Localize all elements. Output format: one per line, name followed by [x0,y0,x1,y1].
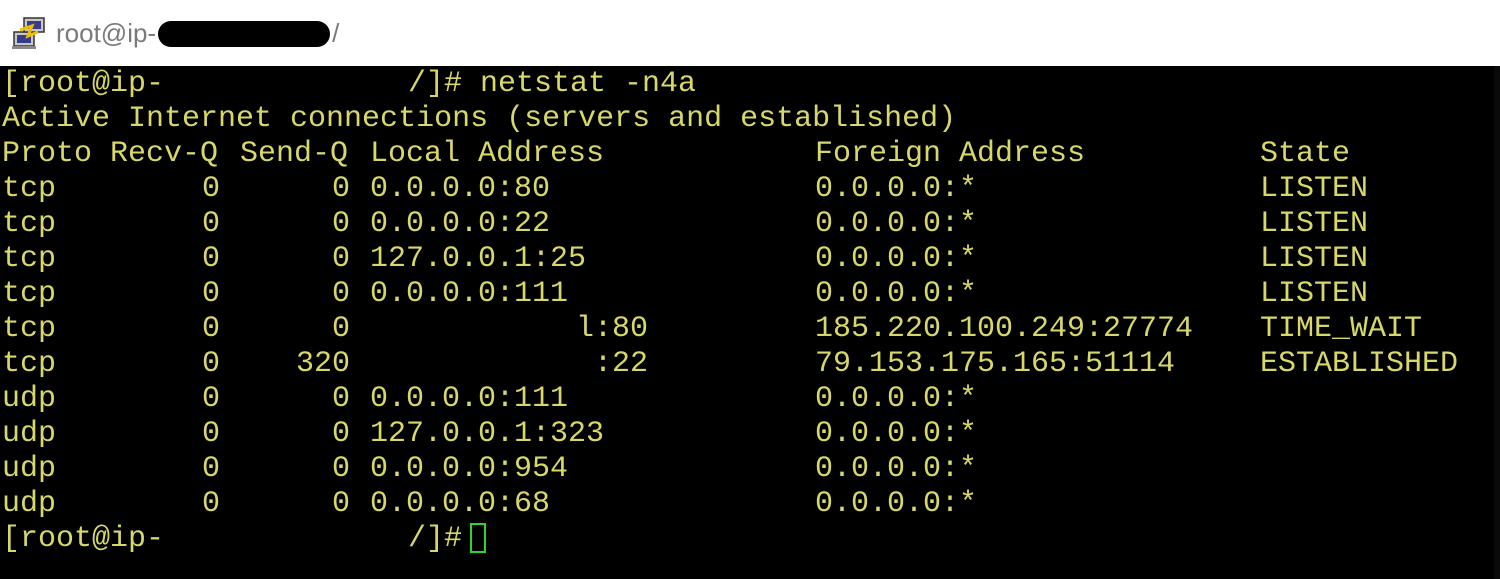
cell-local: 0.0.0.0:80 [370,172,551,206]
cell-proto: tcp [2,242,57,276]
cell-local: 0.0.0.0:68 [370,487,551,521]
window-title: root@ip- / [56,18,339,49]
cell-sendq: 0 [331,207,350,241]
cell-foreign: 0.0.0.0:* [815,417,978,451]
cell-recvq: 0 [201,242,220,276]
prompt-line-current: [root@ip- /]# [0,522,487,557]
terminal-cursor [470,523,487,554]
cell-sendq: 0 [331,277,350,311]
cell-local: 0.0.0.0:111 [370,382,569,416]
cell-local: 0.0.0.0:22 [370,207,551,241]
table-header: Proto Recv-Q Send-Q Local Address Foreig… [0,137,1350,172]
cell-sendq: 0 [331,242,350,276]
header-local: Local Address [370,137,605,171]
putty-terminal-icon[interactable] [10,14,48,52]
cell-foreign: 0.0.0.0:* [815,452,978,486]
cell-proto: udp [2,452,57,486]
banner-text: Active Internet connections (servers and… [2,102,957,136]
cell-state: LISTEN [1260,277,1369,311]
cell-sendq: 0 [331,312,350,346]
cell-sendq: 0 [331,172,350,206]
window-title-prefix: root@ip- [56,18,157,48]
cell-state: TIME_WAIT [1260,312,1423,346]
cell-state: LISTEN [1260,207,1369,241]
cell-recvq: 0 [201,347,220,381]
cell-recvq: 0 [201,452,220,486]
command-text: netstat -n4a [480,67,697,101]
cell-recvq: 0 [201,417,220,451]
cell-proto: udp [2,487,57,521]
cell-local: 0.0.0.0:111 [370,277,569,311]
header-state: State [1260,137,1351,171]
cell-recvq: 0 [201,487,220,521]
cell-sendq: 0 [331,452,350,486]
cell-foreign: 0.0.0.0:* [815,277,978,311]
cell-recvq: 0 [201,207,220,241]
cell-local: 127.0.0.1:323 [370,417,605,451]
cell-proto: tcp [2,312,57,346]
cell-foreign: 185.220.100.249:27774 [815,312,1194,346]
cell-foreign: 0.0.0.0:* [815,382,978,416]
cell-recvq: 0 [201,382,220,416]
cell-sendq: 0 [331,487,350,521]
prompt-suffix: /]# [408,522,487,557]
header-sendq: Send-Q [240,137,349,171]
cell-local: l:80 [575,312,648,346]
cell-proto: udp [2,417,57,451]
cell-sendq: 320 [295,347,350,381]
cell-local: 127.0.0.1:25 [370,242,587,276]
cell-proto: tcp [2,207,57,241]
cell-foreign: 0.0.0.0:* [815,207,978,241]
prompt-user: [root@ip- [2,67,165,101]
cell-proto: tcp [2,347,57,381]
header-proto: Proto [2,137,93,171]
prompt-suffix-text: /]# [408,522,463,556]
cell-state: LISTEN [1260,172,1369,206]
cell-state: ESTABLISHED [1260,347,1459,381]
cell-sendq: 0 [331,382,350,416]
prompt-line: [root@ip- /]# netstat -n4a [0,67,696,102]
cell-local: :22 [593,347,648,381]
header-recvq: Recv-Q [110,137,219,171]
cell-recvq: 0 [201,172,220,206]
cell-state: LISTEN [1260,242,1369,276]
cell-foreign: 0.0.0.0:* [815,487,978,521]
cell-sendq: 0 [331,417,350,451]
terminal-screen[interactable]: [root@ip- /]# netstat -n4a Active Intern… [0,66,1500,579]
scrollbar-track[interactable] [1494,66,1500,579]
window-title-suffix: / [332,18,340,48]
window-titlebar: root@ip- / [0,0,1500,66]
cell-foreign: 79.153.175.165:51114 [815,347,1176,381]
header-foreign: Foreign Address [815,137,1086,171]
cell-foreign: 0.0.0.0:* [815,172,978,206]
cell-recvq: 0 [201,277,220,311]
output-banner: Active Internet connections (servers and… [0,102,956,137]
cell-proto: tcp [2,277,57,311]
prompt-suffix: /]# [408,67,481,101]
cell-proto: tcp [2,172,57,206]
prompt-user: [root@ip- [2,522,165,556]
cell-recvq: 0 [201,312,220,346]
cell-proto: udp [2,382,57,416]
cell-foreign: 0.0.0.0:* [815,242,978,276]
cell-local: 0.0.0.0:954 [370,452,569,486]
redacted-hostname [158,20,331,47]
